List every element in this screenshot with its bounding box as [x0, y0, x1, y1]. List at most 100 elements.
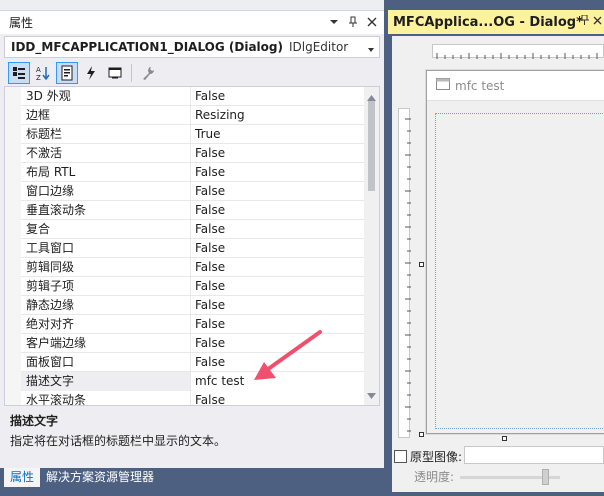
scroll-thumb[interactable] — [368, 101, 375, 191]
properties-toolbar: AZ — [4, 60, 380, 85]
window-position-dropdown-icon[interactable] — [326, 14, 342, 30]
property-value[interactable]: False — [192, 182, 365, 201]
panel-title: 属性 — [9, 16, 34, 30]
property-name: 3D 外观 — [21, 87, 191, 106]
property-value[interactable]: True — [192, 125, 365, 144]
property-value[interactable]: False — [192, 315, 365, 334]
property-value[interactable]: False — [192, 258, 365, 277]
property-value[interactable]: False — [192, 201, 365, 220]
sort-alphabetical-icon[interactable]: AZ — [32, 62, 54, 84]
property-value[interactable]: False — [192, 334, 365, 353]
property-row[interactable]: 复合 False — [5, 220, 365, 239]
events-lightning-icon[interactable] — [80, 62, 102, 84]
pin-icon[interactable] — [345, 14, 361, 30]
tab-solution-resource-explorer[interactable]: 解决方案资源管理器 — [40, 468, 160, 487]
messages-icon[interactable] — [104, 62, 126, 84]
property-name: 水平滚动条 — [21, 391, 191, 405]
property-value[interactable]: False — [192, 353, 365, 372]
row-gutter — [5, 87, 21, 106]
wrench-icon[interactable] — [137, 62, 159, 84]
row-gutter — [5, 239, 21, 258]
property-row[interactable]: 不激活 False — [5, 144, 365, 163]
properties-titlebar: 属性 — [0, 10, 384, 34]
tab-properties[interactable]: 属性 — [4, 468, 41, 487]
property-name: 绝对对齐 — [21, 315, 191, 334]
object-selector[interactable]: IDD_MFCAPPLICATION1_DIALOG (Dialog) IDlg… — [4, 36, 380, 58]
property-row[interactable]: 客户端边缘 False — [5, 334, 365, 353]
prototype-image-checkbox[interactable] — [394, 450, 407, 463]
property-name: 布局 RTL — [21, 163, 191, 182]
property-row[interactable]: 布局 RTL False — [5, 163, 365, 182]
property-row[interactable]: 水平滚动条 False — [5, 391, 365, 405]
property-value[interactable]: False — [192, 296, 365, 315]
dialog-caption-bar: mfc test — [427, 71, 604, 101]
chevron-down-icon[interactable] — [367, 43, 375, 57]
property-row[interactable]: 3D 外观 False — [5, 87, 365, 106]
document-tab[interactable]: MFCApplica...OG - Dialog* — [388, 10, 604, 34]
row-gutter — [5, 106, 21, 125]
property-name: 静态边缘 — [21, 296, 191, 315]
properties-panel: 属性 IDD_MFCAPPLICATION1_DIALOG (Dialog) I… — [0, 0, 384, 496]
row-gutter — [5, 315, 21, 334]
property-value[interactable]: False — [192, 391, 365, 405]
resize-handle-left[interactable] — [419, 262, 424, 267]
property-value[interactable]: False — [192, 163, 365, 182]
row-gutter — [5, 391, 21, 405]
row-gutter — [5, 144, 21, 163]
property-row[interactable]: 剪辑同级 False — [5, 258, 365, 277]
resize-handle-bottom-left[interactable] — [419, 432, 424, 437]
property-grid-scrollbar[interactable] — [364, 87, 379, 405]
description-title: 描述文字 — [10, 414, 59, 428]
prototype-image-bar: 原型图像: 透明度: — [392, 444, 604, 492]
property-row[interactable]: 剪辑子项 False — [5, 277, 365, 296]
object-name: IDD_MFCAPPLICATION1_DIALOG (Dialog) — [11, 40, 283, 54]
property-name: 窗口边缘 — [21, 182, 191, 201]
property-row[interactable]: 描述文字 mfc test — [5, 372, 365, 391]
property-row[interactable]: 窗口边缘 False — [5, 182, 365, 201]
property-value[interactable]: False — [192, 277, 365, 296]
bottom-tab-strip: 属性 解决方案资源管理器 — [0, 468, 384, 496]
property-name: 垂直滚动条 — [21, 201, 191, 220]
dialog-title: mfc test — [455, 78, 505, 93]
properties-page-icon[interactable] — [56, 61, 78, 84]
svg-text:A: A — [36, 66, 41, 74]
row-gutter — [5, 163, 21, 182]
dialog-designer: MFCApplica...OG - Dialog* mfc test 原型图像:… — [388, 0, 604, 496]
dialog-window-icon — [436, 78, 450, 93]
dialog-preview[interactable]: mfc test — [426, 70, 604, 434]
property-name: 剪辑同级 — [21, 258, 191, 277]
property-row[interactable]: 标题栏 True — [5, 125, 365, 144]
close-icon[interactable] — [364, 14, 380, 30]
close-icon[interactable] — [593, 14, 602, 28]
design-canvas[interactable]: mfc test 原型图像: 透明度: — [392, 36, 604, 492]
property-value[interactable]: mfc test — [192, 372, 365, 391]
property-row[interactable]: 绝对对齐 False — [5, 315, 365, 334]
property-value[interactable]: Resizing — [192, 106, 365, 125]
property-value[interactable]: False — [192, 87, 365, 106]
property-value[interactable]: False — [192, 220, 365, 239]
property-row[interactable]: 静态边缘 False — [5, 296, 365, 315]
document-tab-title: MFCApplica...OG - Dialog* — [393, 14, 583, 30]
property-value[interactable]: False — [192, 239, 365, 258]
prototype-image-path-input[interactable] — [464, 446, 604, 464]
prototype-image-label: 原型图像: — [410, 450, 463, 464]
property-name: 边框 — [21, 106, 191, 125]
row-gutter — [5, 182, 21, 201]
pin-icon[interactable] — [580, 14, 589, 28]
property-grid: 3D 外观 False 边框 Resizing 标题栏 True 不激活 False 布局 RT… — [4, 86, 380, 406]
description-text: 指定将在对话框的标题栏中显示的文本。 — [10, 434, 227, 448]
opacity-slider-thumb[interactable] — [542, 469, 549, 485]
row-gutter — [5, 258, 21, 277]
resize-handle-bottom[interactable] — [502, 436, 507, 441]
horizontal-ruler — [432, 44, 604, 59]
property-row[interactable]: 面板窗口 False — [5, 353, 365, 372]
scroll-down-icon[interactable] — [367, 388, 376, 402]
property-row[interactable]: 工具窗口 False — [5, 239, 365, 258]
property-value[interactable]: False — [192, 144, 365, 163]
property-description: 描述文字 指定将在对话框的标题栏中显示的文本。 — [4, 408, 380, 466]
row-gutter — [5, 220, 21, 239]
categorized-icon[interactable] — [8, 61, 30, 84]
property-row[interactable]: 垂直滚动条 False — [5, 201, 365, 220]
dialog-client-area[interactable] — [435, 113, 604, 429]
property-row[interactable]: 边框 Resizing — [5, 106, 365, 125]
